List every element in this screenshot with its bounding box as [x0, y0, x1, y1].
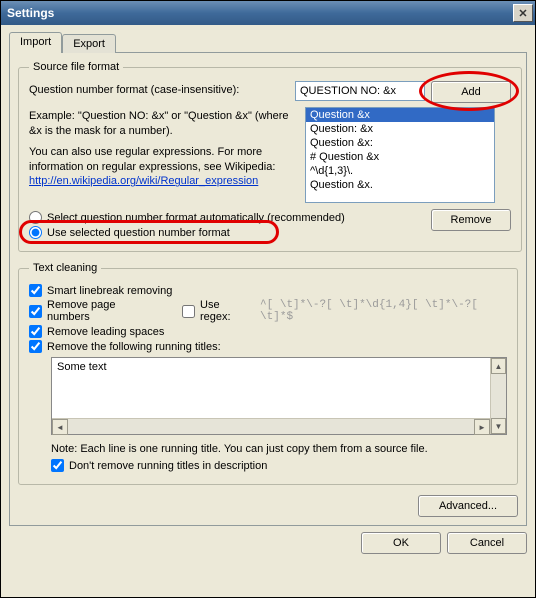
window-title: Settings — [7, 6, 513, 20]
scroll-down-icon[interactable]: ▼ — [491, 418, 506, 434]
add-button[interactable]: Add — [431, 81, 511, 103]
format-listbox[interactable]: Question &x Question: &x Question &x: # … — [305, 107, 495, 203]
running-titles-note: Note: Each line is one running title. Yo… — [51, 443, 507, 455]
scroll-right-icon[interactable]: ► — [474, 419, 490, 435]
titlebar: Settings ✕ — [1, 1, 535, 25]
legend-source: Source file format — [29, 61, 123, 73]
close-icon[interactable]: ✕ — [513, 4, 533, 22]
regex-note: You can also use regular expressions. Fo… — [29, 145, 299, 175]
radio-auto-label: Select question number format automatica… — [47, 212, 345, 224]
radio-use-label: Use selected question number format — [47, 227, 230, 239]
list-item[interactable]: # Question &x — [306, 150, 494, 164]
wikipedia-link[interactable]: http://en.wikipedia.org/wiki/Regular_exp… — [29, 175, 258, 187]
list-item[interactable]: Question &x — [306, 108, 494, 122]
horizontal-scrollbar[interactable]: ◄ ► — [52, 418, 490, 434]
scroll-left-icon[interactable]: ◄ — [52, 419, 68, 435]
tabstrip: Import Export — [9, 32, 527, 53]
remove-button[interactable]: Remove — [431, 209, 511, 231]
lbl-useregex: Use regex: — [200, 299, 251, 323]
chk-leading-spaces[interactable] — [29, 325, 42, 338]
dialog-footer: OK Cancel — [9, 526, 527, 554]
tab-export[interactable]: Export — [62, 34, 116, 53]
list-item[interactable]: Question &x. — [306, 178, 494, 192]
fieldset-text-cleaning: Text cleaning Smart linebreak removing R… — [18, 262, 518, 485]
tab-import[interactable]: Import — [9, 32, 62, 53]
ok-button[interactable]: OK — [361, 532, 441, 554]
lbl-pagenum: Remove page numbers — [47, 299, 157, 323]
format-input[interactable] — [295, 81, 425, 101]
fieldset-source-format: Source file format Question number forma… — [18, 61, 522, 252]
chk-use-regex[interactable] — [182, 305, 195, 318]
chk-running-titles[interactable] — [29, 340, 42, 353]
list-item[interactable]: ^\d{1,3}\. — [306, 164, 494, 178]
scroll-up-icon[interactable]: ▲ — [491, 358, 506, 374]
radio-auto[interactable] — [29, 211, 42, 224]
lbl-dontremove: Don't remove running titles in descripti… — [69, 460, 267, 472]
legend-clean: Text cleaning — [29, 262, 101, 274]
lbl-titles: Remove the following running titles: — [47, 341, 221, 353]
list-item[interactable]: Question: &x — [306, 122, 494, 136]
lbl-smart: Smart linebreak removing — [47, 285, 172, 297]
format-label: Question number format (case-insensitive… — [29, 81, 289, 98]
dialog-content: Import Export Source file format Questio… — [1, 25, 535, 562]
tab-panel: Source file format Question number forma… — [9, 52, 527, 526]
regex-sample: ^[ \t]*\-?[ \t]*\d{1,4}[ \t]*\-?[ \t]*$ — [260, 299, 507, 323]
running-titles-textarea[interactable]: Some text ▲ ▼ ◄ ► — [51, 357, 507, 435]
advanced-button[interactable]: Advanced... — [418, 495, 518, 517]
cancel-button[interactable]: Cancel — [447, 532, 527, 554]
vertical-scrollbar[interactable]: ▲ ▼ — [490, 358, 506, 434]
chk-smart-linebreak[interactable] — [29, 284, 42, 297]
chk-dont-remove-desc[interactable] — [51, 459, 64, 472]
example-text: Example: "Question NO: &x" or "Question … — [29, 109, 299, 139]
chk-remove-pagenum[interactable] — [29, 305, 42, 318]
list-item[interactable]: Question &x: — [306, 136, 494, 150]
radio-use-selected[interactable] — [29, 226, 42, 239]
lbl-leading: Remove leading spaces — [47, 326, 164, 338]
